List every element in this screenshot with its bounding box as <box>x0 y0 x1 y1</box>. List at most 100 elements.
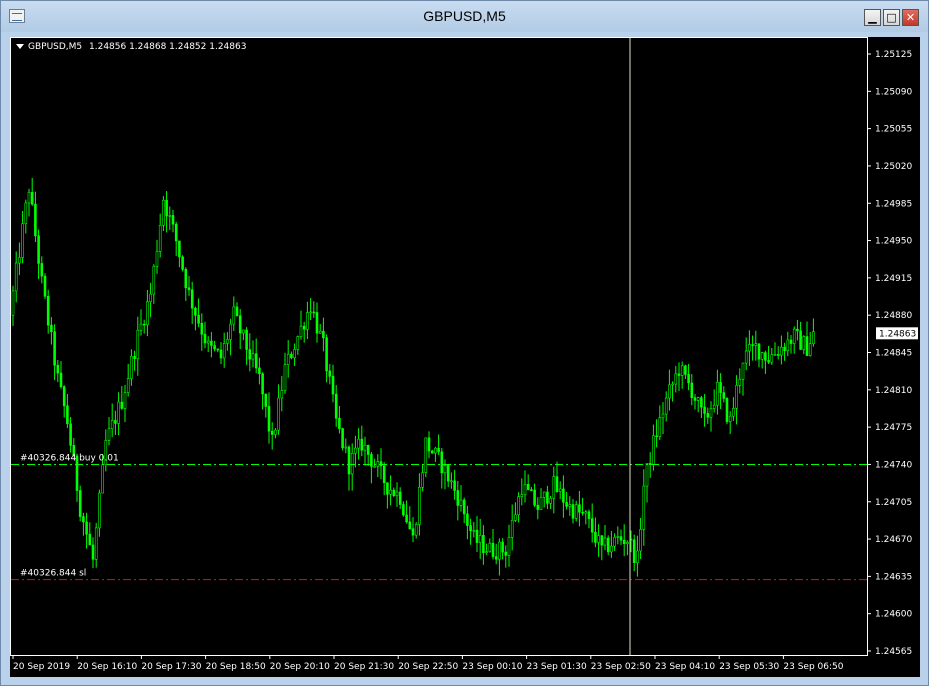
candle-body <box>668 384 671 399</box>
candle-body <box>767 360 770 363</box>
candle-body <box>494 556 498 560</box>
minimize-icon[interactable]: ▁ <box>864 9 881 26</box>
candle-body <box>200 322 204 335</box>
candle-body <box>482 535 485 553</box>
chart-header-symbol: GBPUSD,M5 <box>28 42 82 52</box>
candle-body <box>197 314 200 324</box>
time-axis: 20 Sep 2019 20 Sep 16:10 20 Sep 17:30 20 Se… <box>12 655 844 672</box>
candle-body <box>254 353 258 369</box>
title-bar[interactable]: GBPUSD,M5 ▁ □ ✕ <box>1 1 928 32</box>
candle-body <box>706 413 710 418</box>
candle-body <box>210 340 213 346</box>
candle-body <box>386 482 389 495</box>
candle-body <box>690 382 694 399</box>
candle-body <box>248 349 252 360</box>
candle-body <box>542 491 546 498</box>
candle-body <box>69 423 72 446</box>
candle-body <box>136 329 140 360</box>
candle-body <box>507 537 511 556</box>
candle-body <box>328 370 332 377</box>
price-tick-label: 1.24810 <box>875 386 912 396</box>
candle-body <box>658 417 662 437</box>
candle-body <box>632 539 636 563</box>
candle-body <box>526 483 530 490</box>
candle-body <box>213 345 216 350</box>
candle-body <box>107 428 111 441</box>
candle-body <box>520 494 524 497</box>
candle-body <box>523 483 527 496</box>
candle-body <box>622 539 626 545</box>
candle-body <box>56 364 60 374</box>
candle-body <box>674 373 678 385</box>
candle-body <box>181 256 184 270</box>
candle-body <box>238 315 242 334</box>
candle-body <box>322 330 325 339</box>
time-tick-label: 20 Sep 17:30 <box>141 662 201 672</box>
candle-body <box>652 435 655 465</box>
candle-body <box>155 251 159 267</box>
candle-body <box>216 348 220 351</box>
candle-body <box>277 397 280 431</box>
candle-body <box>549 497 552 504</box>
time-tick-label: 20 Sep 18:50 <box>206 662 266 672</box>
candle-body <box>85 521 88 535</box>
candlestick-chart[interactable]: 1.25125 1.25090 1.25055 1.25020 1.24985 1.249… <box>10 37 920 677</box>
price-tick-label: 1.24565 <box>875 647 912 657</box>
candle-body <box>171 215 175 225</box>
candle-body <box>110 420 114 430</box>
candle-body <box>184 269 188 289</box>
candle-body <box>418 487 421 525</box>
candle-body <box>719 382 722 393</box>
candle-body <box>664 397 668 415</box>
candle-body <box>802 336 806 350</box>
candle-body <box>562 488 565 503</box>
candle-body <box>270 430 274 435</box>
candle-body <box>24 202 28 224</box>
candle-body <box>645 463 649 487</box>
candle-body <box>11 290 15 316</box>
candle-body <box>174 223 178 242</box>
candle-body <box>53 331 56 366</box>
candle-body <box>142 323 146 326</box>
candle-body <box>117 401 120 424</box>
time-tick-label: 23 Sep 00:10 <box>462 662 522 672</box>
candle-body <box>786 339 790 352</box>
price-tick-label: 1.24670 <box>875 535 912 545</box>
candle-body <box>40 263 44 277</box>
candle-body <box>88 533 92 546</box>
candle-body <box>190 289 194 309</box>
candle-body <box>478 535 482 543</box>
candle-body <box>655 435 658 438</box>
time-tick-label: 23 Sep 01:30 <box>527 662 587 672</box>
candle-body <box>296 336 300 350</box>
price-chart[interactable]: 1.25125 1.25090 1.25055 1.25020 1.24985 1.249… <box>10 37 920 677</box>
candle-body <box>501 541 504 553</box>
candle-body <box>146 301 149 325</box>
price-axis: 1.25125 1.25090 1.25055 1.25020 1.24985 1.249… <box>867 50 912 657</box>
candle-body <box>677 373 681 376</box>
candle-body <box>712 404 716 409</box>
candle-body <box>504 551 508 556</box>
candle-body <box>325 337 328 372</box>
candle-body <box>62 386 66 407</box>
candle-body <box>18 257 21 264</box>
candle-body <box>130 355 133 379</box>
close-icon[interactable]: ✕ <box>902 9 919 26</box>
candle-body <box>344 446 348 449</box>
candle-body <box>466 513 469 526</box>
candle-body <box>357 438 360 449</box>
candle-body <box>434 447 437 454</box>
candle-body <box>286 353 290 366</box>
candle-body <box>789 339 793 344</box>
candle-body <box>162 199 165 226</box>
candle-body <box>315 312 319 334</box>
candle-body <box>475 529 479 543</box>
price-tick-label: 1.24985 <box>875 199 912 209</box>
candle-body <box>219 349 223 359</box>
candle-body <box>280 390 284 399</box>
restore-icon[interactable]: □ <box>883 9 900 26</box>
candle-body <box>126 378 130 393</box>
candle-body <box>491 542 495 557</box>
candle-body <box>574 504 578 519</box>
candle-body <box>514 514 517 521</box>
